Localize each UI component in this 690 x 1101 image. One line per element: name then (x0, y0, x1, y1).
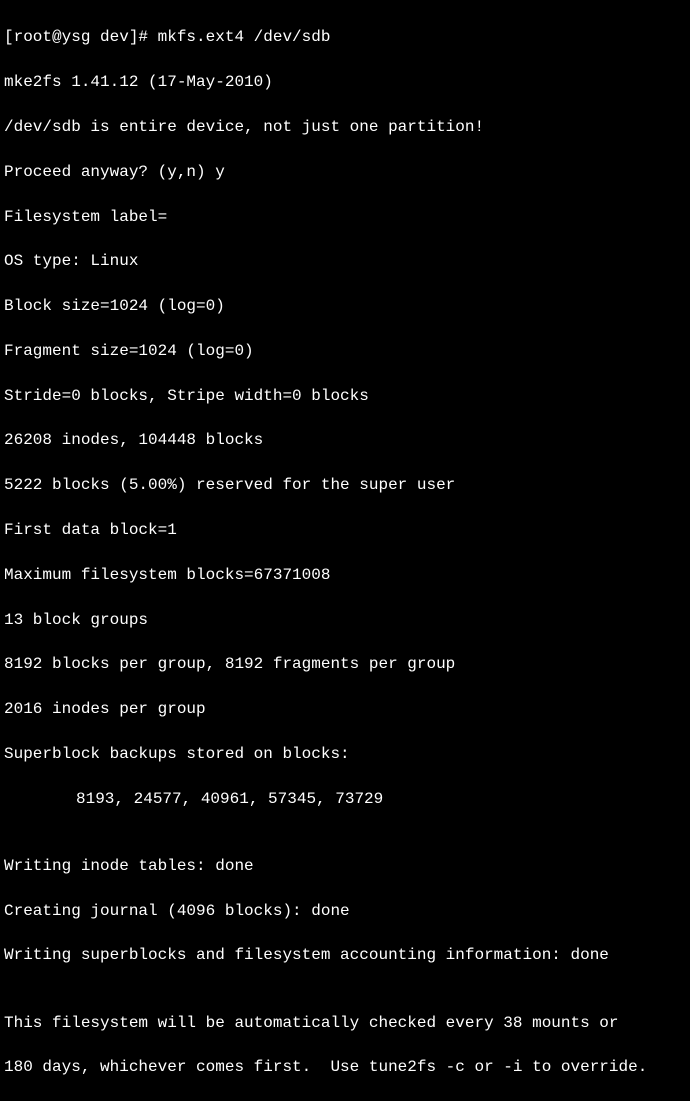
output-line: 8193, 24577, 40961, 57345, 73729 (4, 788, 686, 810)
output-line: mke2fs 1.41.12 (17-May-2010) (4, 71, 686, 93)
output-line: This filesystem will be automatically ch… (4, 1012, 686, 1034)
output-line: OS type: Linux (4, 250, 686, 272)
output-line: Block size=1024 (log=0) (4, 295, 686, 317)
command-line: [root@ysg dev]# mkfs.ext4 /dev/sdb (4, 26, 686, 48)
output-line: Writing inode tables: done (4, 855, 686, 877)
output-line: /dev/sdb is entire device, not just one … (4, 116, 686, 138)
output-line: Creating journal (4096 blocks): done (4, 900, 686, 922)
output-line: 5222 blocks (5.00%) reserved for the sup… (4, 474, 686, 496)
output-line: Superblock backups stored on blocks: (4, 743, 686, 765)
output-line: 180 days, whichever comes first. Use tun… (4, 1056, 686, 1078)
output-line: First data block=1 (4, 519, 686, 541)
output-line: Maximum filesystem blocks=67371008 (4, 564, 686, 586)
output-line: 13 block groups (4, 609, 686, 631)
shell-prompt: [root@ysg dev]# (4, 28, 158, 46)
output-line: 2016 inodes per group (4, 698, 686, 720)
terminal-output[interactable]: [root@ysg dev]# mkfs.ext4 /dev/sdb mke2f… (4, 4, 686, 1101)
output-line: Proceed anyway? (y,n) y (4, 161, 686, 183)
output-line: 26208 inodes, 104448 blocks (4, 429, 686, 451)
output-line: Filesystem label= (4, 206, 686, 228)
output-line: Fragment size=1024 (log=0) (4, 340, 686, 362)
entered-command: mkfs.ext4 /dev/sdb (158, 28, 331, 46)
output-line: Stride=0 blocks, Stripe width=0 blocks (4, 385, 686, 407)
output-line: 8192 blocks per group, 8192 fragments pe… (4, 653, 686, 675)
output-line: Writing superblocks and filesystem accou… (4, 944, 686, 966)
